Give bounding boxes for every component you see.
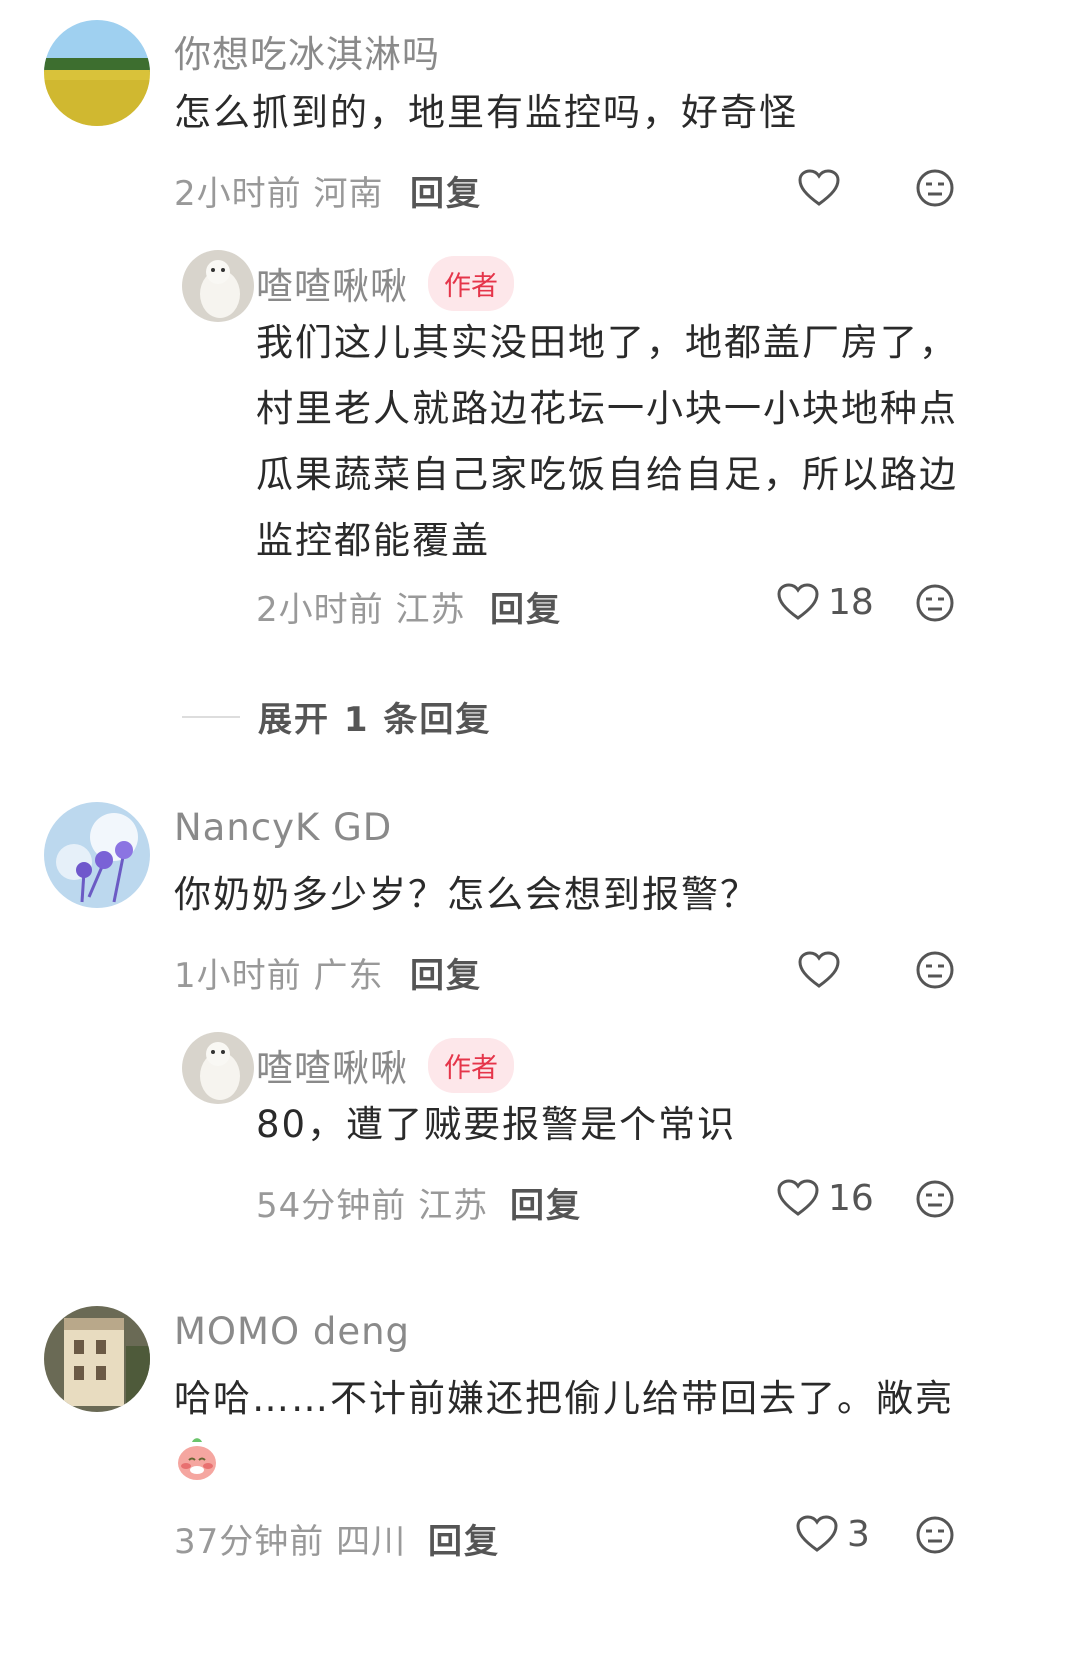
reply-text-line: 监控都能覆盖 xyxy=(256,519,490,562)
comment-username[interactable]: 你想吃冰淇淋吗 xyxy=(174,24,440,78)
reply-button[interactable]: 回复 xyxy=(410,948,482,997)
avatar[interactable] xyxy=(182,1032,254,1104)
reply-text: 我们这儿其实没田地了，地都盖厂房了， 村里老人就路边花坛一小块一小块地种点 瓜果… xyxy=(256,310,1046,574)
blushing-emoji-icon xyxy=(174,1436,220,1482)
dislike-button[interactable] xyxy=(915,950,955,990)
heart-icon xyxy=(777,583,819,620)
like-button[interactable]: 16 xyxy=(776,1176,874,1220)
dislike-button[interactable] xyxy=(915,583,955,623)
like-count: 16 xyxy=(828,1177,874,1219)
reply-location: 江苏 xyxy=(418,1186,489,1226)
comment-text: 哈哈……不计前嫌还把偷儿给带回去了。敞亮 xyxy=(174,1377,954,1420)
reply-button[interactable]: 回复 xyxy=(510,1178,582,1227)
comment-meta: 1小时前 广东 xyxy=(174,948,383,997)
reply-meta: 54分钟前 江苏 xyxy=(256,1178,488,1227)
divider xyxy=(182,715,240,718)
comment-text: 你奶奶多少岁？怎么会想到报警？ xyxy=(174,873,759,916)
expand-replies-button[interactable]: 展开 1 条回复 xyxy=(182,692,491,741)
reply-username[interactable]: 喳喳啾啾 xyxy=(256,1038,408,1092)
comment-time: 37分钟前 xyxy=(174,1522,325,1562)
avatar[interactable] xyxy=(44,1306,150,1412)
reply-button[interactable]: 回复 xyxy=(490,582,562,631)
reply-button[interactable]: 回复 xyxy=(428,1514,500,1563)
heart-icon xyxy=(798,951,840,988)
avatar[interactable] xyxy=(182,250,254,322)
reply-time: 2小时前 xyxy=(256,590,384,630)
reply-meta: 2小时前 江苏 xyxy=(256,582,465,631)
like-button[interactable]: 3 xyxy=(795,1512,870,1556)
author-badge: 作者 xyxy=(428,1038,514,1093)
author-badge: 作者 xyxy=(428,256,514,311)
heart-icon xyxy=(798,169,840,206)
neutral-face-icon xyxy=(916,1516,954,1554)
comment-location: 河南 xyxy=(313,174,384,214)
reply-text-line: 80，遭了贼要报警是个常识 xyxy=(256,1103,737,1146)
comment-meta: 2小时前 河南 xyxy=(174,166,383,215)
reply-text-line: 村里老人就路边花坛一小块一小块地种点 xyxy=(256,387,958,430)
dislike-button[interactable] xyxy=(915,1179,955,1219)
avatar[interactable] xyxy=(44,20,150,126)
heart-icon xyxy=(796,1515,838,1552)
expand-replies-label: 展开 1 条回复 xyxy=(258,700,492,740)
neutral-face-icon xyxy=(916,951,954,989)
reply-location: 江苏 xyxy=(395,590,466,630)
avatar[interactable] xyxy=(44,802,150,908)
reply-text: 80，遭了贼要报警是个常识 xyxy=(256,1092,1046,1158)
like-count: 3 xyxy=(847,1513,870,1555)
dislike-button[interactable] xyxy=(915,168,955,208)
comment-meta: 37分钟前 四川 xyxy=(174,1514,406,1563)
neutral-face-icon xyxy=(916,169,954,207)
neutral-face-icon xyxy=(916,1180,954,1218)
neutral-face-icon xyxy=(916,584,954,622)
reply-button[interactable]: 回复 xyxy=(410,166,482,215)
like-button[interactable] xyxy=(797,948,841,992)
comment-username[interactable]: MOMO deng xyxy=(174,1310,410,1353)
comment-text: 怎么抓到的，地里有监控吗，好奇怪 xyxy=(174,91,798,134)
comment-time: 1小时前 xyxy=(174,956,302,996)
like-button[interactable]: 18 xyxy=(776,580,874,624)
heart-icon xyxy=(777,1179,819,1216)
like-button[interactable] xyxy=(797,166,841,210)
comment-username[interactable]: NancyK GD xyxy=(174,806,392,849)
comment-location: 广东 xyxy=(313,956,384,996)
reply-text-line: 我们这儿其实没田地了，地都盖厂房了， xyxy=(256,321,958,364)
reply-username[interactable]: 喳喳啾啾 xyxy=(256,256,408,310)
reply-text-line: 瓜果蔬菜自己家吃饭自给自足，所以路边 xyxy=(256,453,958,496)
comment-time: 2小时前 xyxy=(174,174,302,214)
dislike-button[interactable] xyxy=(915,1515,955,1555)
comment-location: 四川 xyxy=(336,1522,407,1562)
reply-time: 54分钟前 xyxy=(256,1186,407,1226)
like-count: 18 xyxy=(828,581,874,623)
